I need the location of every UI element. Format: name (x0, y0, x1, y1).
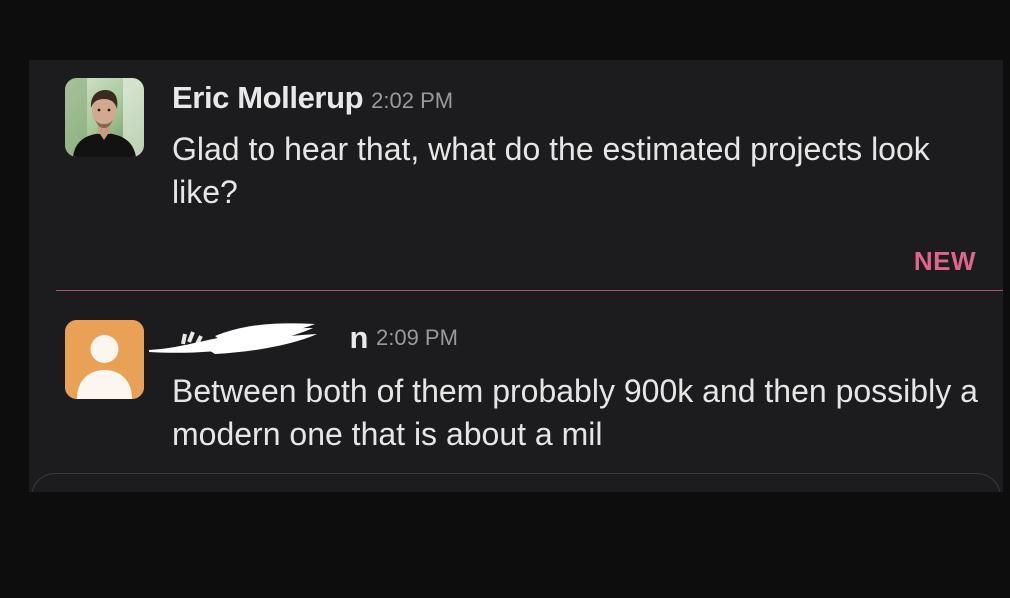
sender-name: n (349, 320, 368, 355)
message-text: Glad to hear that, what do the estimated… (172, 131, 930, 210)
new-messages-divider (56, 290, 1003, 291)
avatar[interactable] (65, 320, 144, 399)
sender-name[interactable]: Eric Mollerup (172, 80, 364, 115)
message-timestamp[interactable]: 2:02 PM (371, 88, 453, 113)
message-header: n 2:09 PM (149, 320, 458, 358)
avatar[interactable] (65, 78, 144, 157)
message-timestamp[interactable]: 2:09 PM (376, 325, 458, 350)
profile-photo-icon (65, 78, 144, 157)
message-header: Eric Mollerup 2:02 PM (172, 80, 453, 116)
redaction-scribble-icon (149, 323, 317, 354)
message-composer[interactable] (31, 473, 1001, 492)
message-text: Between both of them probably 900k and t… (172, 373, 978, 452)
message-panel: Eric Mollerup 2:02 PM Glad to hear that, … (29, 60, 1003, 492)
new-messages-label: NEW (913, 246, 976, 276)
default-user-icon (65, 320, 144, 399)
redacted-sender-name[interactable]: n (149, 320, 368, 358)
